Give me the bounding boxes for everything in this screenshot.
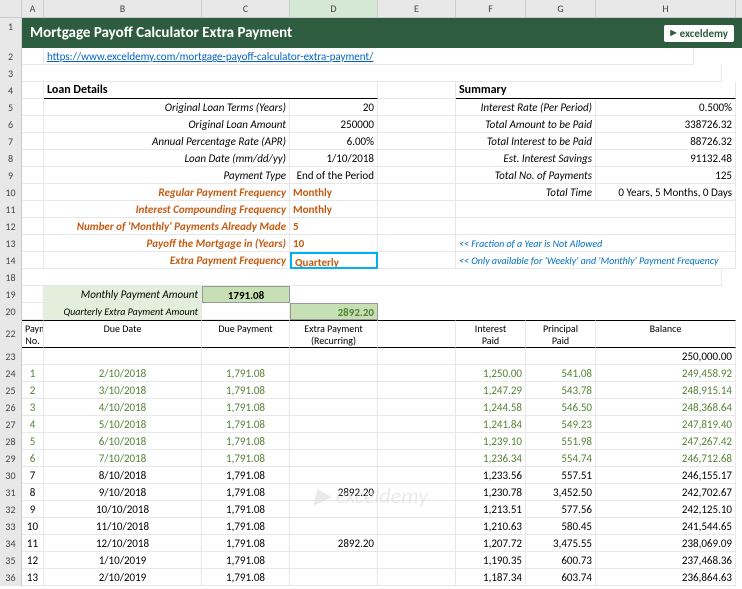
column-headers: A B C D E F G H [0, 0, 742, 18]
label-l9: Payoff the Mortgage in (Years) [44, 235, 290, 252]
table-row: 25 2 3/10/2018 1,791.08 1,247.29 543.78 … [0, 382, 742, 399]
val-v2[interactable]: 250000 [290, 116, 378, 133]
label-l3: Annual Percentage Rate (APR) [44, 133, 290, 150]
val-v6[interactable]: Monthly [290, 184, 378, 201]
label-l7: Interest Compounding Frequency [44, 201, 290, 218]
table-row: 27 4 5/10/2018 1,791.08 1,241.84 549.23 … [0, 416, 742, 433]
val-v1[interactable]: 20 [290, 99, 378, 116]
table-row: 33 10 11/10/2018 1,791.08 1,210.63 580.4… [0, 518, 742, 535]
label-l4: Loan Date (mm/dd/yy) [44, 150, 290, 167]
col-balance: Balance [596, 320, 736, 348]
label-l1: Original Loan Terms (Years) [44, 99, 290, 116]
table-row: 35 12 1/10/2019 1,791.08 1,190.35 600.73… [0, 552, 742, 569]
table-row: 31 8 9/10/2018 1,791.08 2892.20 1,230.78… [0, 484, 742, 501]
label-l5: Payment Type [44, 167, 290, 184]
source-link[interactable]: https://www.exceldemy.com/mortgage-payof… [47, 50, 373, 63]
col-due-date: Due Date [44, 320, 202, 348]
monthly-payment-label: Monthly Payment Amount [44, 286, 202, 303]
col-payment-no: PaymentNo. [22, 320, 44, 348]
col-principal: PrincipalPaid [526, 320, 596, 348]
table-row: 32 9 10/10/2018 1,791.08 1,213.51 577.56… [0, 501, 742, 518]
table-row: 28 5 6/10/2018 1,791.08 1,239.10 551.98 … [0, 433, 742, 450]
val-v4[interactable]: 1/10/2018 [290, 150, 378, 167]
summary-header: Summary [456, 82, 736, 99]
monthly-payment-value[interactable]: 1791.08 [202, 286, 290, 303]
col-interest: InterestPaid [456, 320, 526, 348]
val-v8[interactable]: 5 [290, 218, 378, 235]
val-v10[interactable]: Quarterly▾ [290, 252, 378, 269]
val-v7[interactable]: Monthly [290, 201, 378, 218]
extra-payment-label: Quarterly Extra Payment Amount [44, 303, 202, 320]
start-balance: 250,000.00 [596, 348, 736, 365]
table-row: 34 11 12/10/2018 1,791.08 2892.20 1,207.… [0, 535, 742, 552]
label-l2: Original Loan Amount [44, 116, 290, 133]
val-v5[interactable]: End of the Period [290, 167, 378, 184]
page-title: Mortgage Payoff Calculator Extra Payment [30, 24, 292, 42]
table-row: 29 6 7/10/2018 1,791.08 1,236.34 554.74 … [0, 450, 742, 467]
extra-payment-value[interactable]: 2892.20 [290, 303, 378, 320]
col-extra-payment: Extra Payment(Recurring) [290, 320, 378, 348]
table-row: 36 13 2/10/2019 1,791.08 1,187.34 603.74… [0, 569, 742, 586]
title-row: 1 Mortgage Payoff Calculator Extra Payme… [0, 18, 742, 48]
col-due-payment: Due Payment [202, 320, 290, 348]
table-row: 30 7 8/10/2018 1,791.08 1,233.56 557.51 … [0, 467, 742, 484]
table-row: 24 1 2/10/2018 1,791.08 1,250.00 541.08 … [0, 365, 742, 382]
dropdown-icon[interactable]: ▾ [377, 254, 378, 269]
table-row: 26 3 4/10/2018 1,791.08 1,244.58 546.50 … [0, 399, 742, 416]
logo: exceldemy [664, 25, 734, 42]
label-l8: Number of 'Monthly' Payments Already Mad… [44, 218, 290, 235]
val-v3[interactable]: 6.00% [290, 133, 378, 150]
label-l10: Extra Payment Frequency [44, 252, 290, 269]
val-v9[interactable]: 10 [290, 235, 378, 252]
loan-details-header: Loan Details [44, 82, 378, 99]
label-l6: Regular Payment Frequency [44, 184, 290, 201]
